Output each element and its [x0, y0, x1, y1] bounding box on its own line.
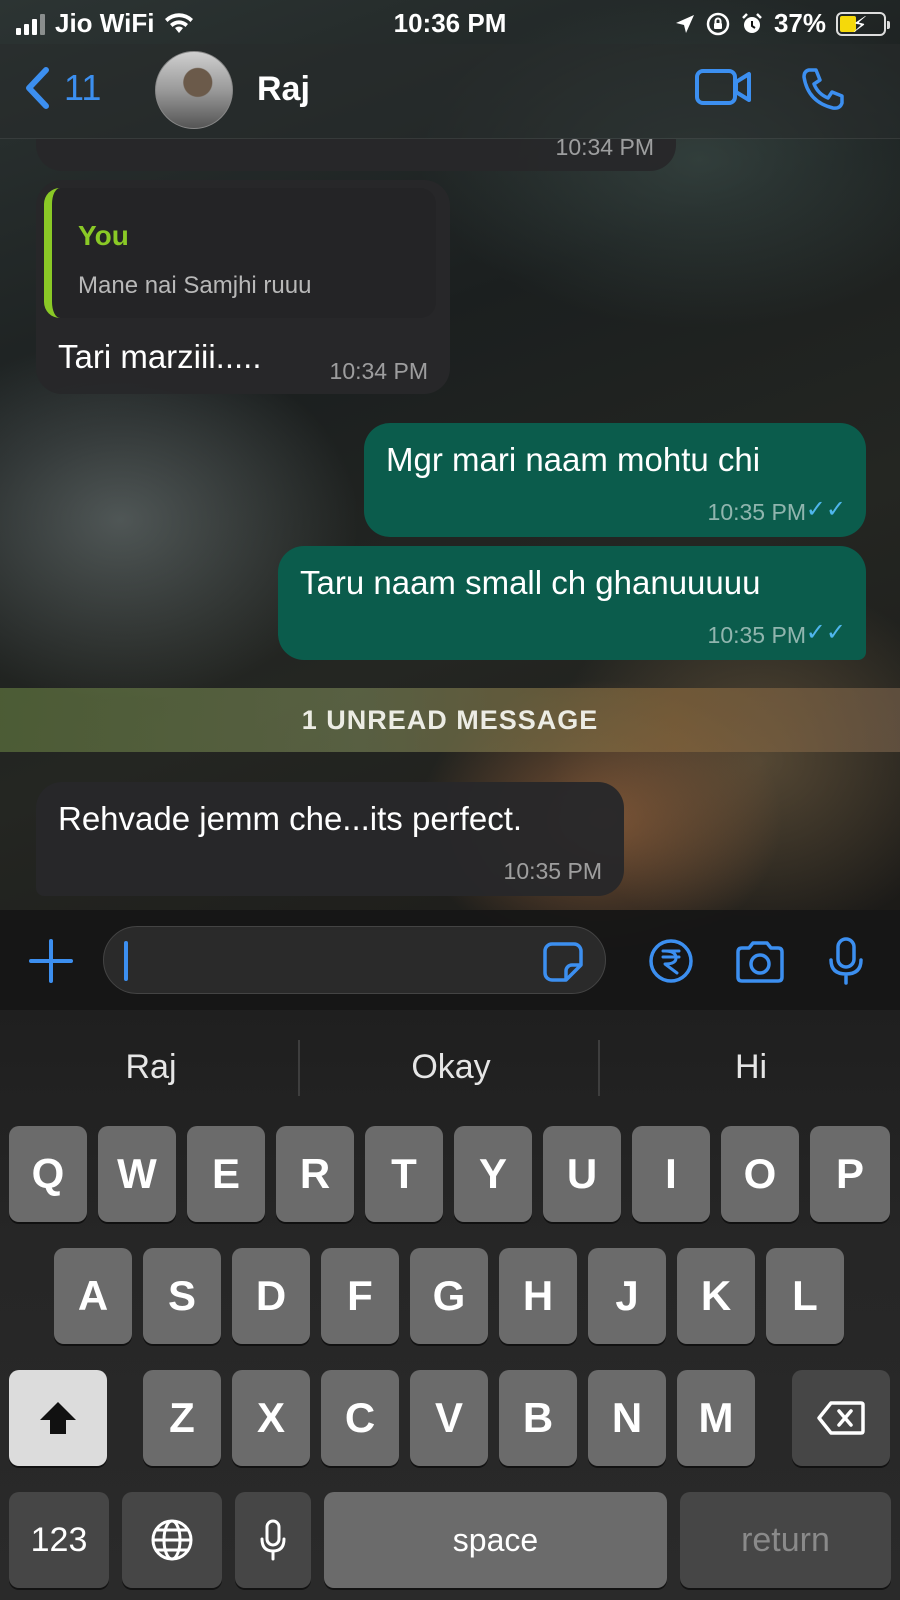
sticker-icon[interactable] [542, 941, 584, 983]
camera-icon[interactable] [734, 940, 786, 984]
key-p[interactable]: P [810, 1126, 890, 1222]
unread-chats-count: 11 [64, 67, 102, 108]
key-z[interactable]: Z [143, 1370, 221, 1466]
key-l[interactable]: L [766, 1248, 844, 1344]
key-w[interactable]: W [98, 1126, 176, 1222]
key-a[interactable]: A [54, 1248, 132, 1344]
key-g[interactable]: G [410, 1248, 488, 1344]
microphone-icon [260, 1519, 286, 1561]
battery-percent: 37% [773, 8, 826, 38]
globe-icon [151, 1519, 193, 1561]
key-b[interactable]: B [499, 1370, 577, 1466]
suggestion-divider [598, 1040, 600, 1096]
key-s[interactable]: S [143, 1248, 221, 1344]
quoted-author: You [78, 220, 129, 251]
message-input[interactable] [103, 926, 606, 994]
numbers-key[interactable]: 123 [9, 1492, 109, 1588]
plus-icon[interactable] [28, 938, 74, 984]
key-y[interactable]: Y [454, 1126, 532, 1222]
contact-name[interactable]: Raj [257, 70, 310, 109]
text-cursor [124, 941, 128, 981]
back-button[interactable]: 11 [24, 66, 101, 110]
message-input-bar [0, 910, 900, 1010]
message-time: 10:34 PM [329, 358, 428, 384]
message-text: Taru naam small ch ghanuuuuu [300, 564, 761, 601]
message-time: 10:34 PM [555, 134, 654, 160]
globe-key[interactable] [122, 1492, 222, 1588]
alarm-icon [742, 12, 762, 33]
orientation-lock-icon [706, 12, 730, 35]
backspace-icon [817, 1401, 865, 1435]
unread-separator: 1 UNREAD MESSAGE [0, 688, 900, 752]
message-time: 10:35 PM [503, 858, 602, 884]
message-text: Tari marziii..... [58, 338, 262, 375]
key-c[interactable]: C [321, 1370, 399, 1466]
outgoing-message-bubble[interactable]: Taru naam small ch ghanuuuuu 10:35 PM ✓✓ [278, 546, 866, 660]
quoted-message[interactable]: You Mane nai Samjhi ruuu [44, 188, 436, 318]
key-m[interactable]: M [677, 1370, 755, 1466]
key-f[interactable]: F [321, 1248, 399, 1344]
status-bar: Jio WiFi 10:36 PM 37% ⚡ [0, 0, 900, 44]
key-e[interactable]: E [187, 1126, 265, 1222]
key-x[interactable]: X [232, 1370, 310, 1466]
message-bubble-partial[interactable]: 10:34 PM [36, 134, 676, 171]
suggestion-2[interactable]: Okay [302, 1048, 600, 1087]
key-o[interactable]: O [721, 1126, 799, 1222]
chevron-left-icon [26, 67, 49, 109]
key-h[interactable]: H [499, 1248, 577, 1344]
message-time: 10:35 PM [707, 622, 806, 648]
suggestion-1[interactable]: Raj [2, 1048, 300, 1087]
chat-header: 11 Raj [0, 44, 900, 139]
quoted-text: Mane nai Samjhi ruuu [78, 272, 312, 299]
avatar[interactable] [155, 51, 233, 129]
key-j[interactable]: J [588, 1248, 666, 1344]
video-call-icon[interactable] [694, 66, 752, 108]
phone-icon[interactable] [800, 66, 846, 112]
key-q[interactable]: Q [9, 1126, 87, 1222]
battery-icon: ⚡ [836, 11, 890, 37]
location-arrow-icon [675, 14, 694, 33]
rupee-payment-icon[interactable] [648, 938, 694, 984]
outgoing-message-bubble[interactable]: Mgr mari naam mohtu chi 10:35 PM ✓✓ [364, 423, 866, 537]
incoming-message-bubble[interactable]: Rehvade jemm che...its perfect. 10:35 PM [36, 782, 624, 896]
space-key[interactable]: space [324, 1492, 667, 1588]
read-ticks-icon: ✓✓ [805, 496, 846, 523]
shift-arrow-icon [40, 1402, 76, 1434]
keyboard: Raj Okay Hi Q W E R T Y U I O P A S D F … [0, 1010, 900, 1600]
key-d[interactable]: D [232, 1248, 310, 1344]
reply-message-bubble[interactable]: You Mane nai Samjhi ruuu Tari marziii...… [36, 180, 450, 394]
suggestion-3[interactable]: Hi [602, 1048, 900, 1087]
message-text: Mgr mari naam mohtu chi [386, 441, 761, 478]
message-text: Rehvade jemm che...its perfect. [58, 800, 523, 837]
key-u[interactable]: U [543, 1126, 621, 1222]
return-key[interactable]: return [680, 1492, 891, 1588]
key-t[interactable]: T [365, 1126, 443, 1222]
key-i[interactable]: I [632, 1126, 710, 1222]
backspace-key[interactable] [792, 1370, 890, 1466]
key-r[interactable]: R [276, 1126, 354, 1222]
message-time: 10:35 PM [707, 499, 806, 525]
read-ticks-icon: ✓✓ [805, 619, 846, 646]
microphone-icon[interactable] [826, 936, 866, 986]
key-n[interactable]: N [588, 1370, 666, 1466]
shift-key[interactable] [9, 1370, 107, 1466]
dictation-key[interactable] [235, 1492, 311, 1588]
key-v[interactable]: V [410, 1370, 488, 1466]
suggestion-divider [298, 1040, 300, 1096]
key-k[interactable]: K [677, 1248, 755, 1344]
